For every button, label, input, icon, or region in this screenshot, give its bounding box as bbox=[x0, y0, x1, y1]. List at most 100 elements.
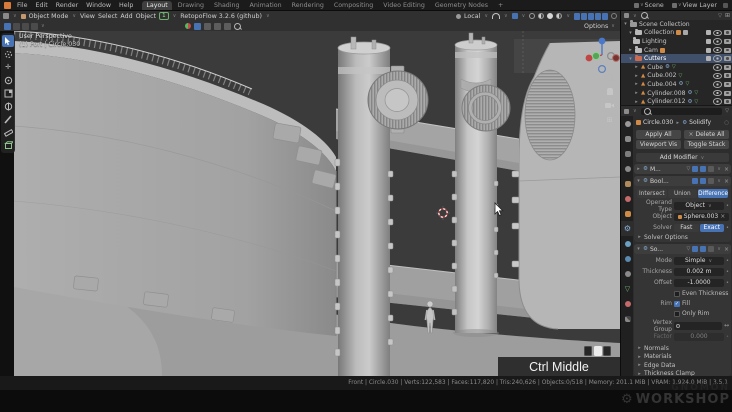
operand-type-dropdown[interactable]: Object ∨ bbox=[674, 201, 725, 210]
expand-icon[interactable]: ▸ bbox=[628, 47, 633, 53]
extra-toggle[interactable] bbox=[708, 166, 715, 172]
thickness-field[interactable]: 0.002 m bbox=[674, 267, 725, 276]
tab-video-editing[interactable]: Video Editing bbox=[379, 1, 429, 10]
operation-union[interactable]: Union bbox=[667, 189, 698, 198]
camera-view-icon[interactable] bbox=[604, 100, 615, 111]
display-mode-icon[interactable] bbox=[624, 13, 629, 18]
expand-icon[interactable]: ▸ bbox=[636, 166, 641, 172]
hide-eye-icon[interactable] bbox=[713, 98, 722, 105]
render-visibility-icon[interactable] bbox=[724, 90, 731, 96]
tab-drawing[interactable]: Drawing bbox=[174, 1, 208, 10]
shading-wireframe-icon[interactable] bbox=[529, 13, 536, 19]
menu-view[interactable]: View bbox=[80, 13, 95, 20]
blender-logo-icon[interactable] bbox=[4, 1, 11, 9]
panel-materials[interactable]: ▸ Materials bbox=[637, 353, 728, 361]
tab-animation[interactable]: Animation bbox=[246, 1, 286, 10]
new-view-layer-icon[interactable] bbox=[723, 2, 728, 8]
expand-icon[interactable]: ▸ bbox=[634, 81, 639, 87]
exclude-checkbox[interactable] bbox=[706, 47, 711, 53]
expand-icon[interactable]: ▾ bbox=[636, 246, 641, 252]
properties-search-input[interactable] bbox=[640, 107, 723, 115]
outliner-row-cube-004[interactable]: ▸ ▲ Cube.004 ⚙ ▽ bbox=[621, 80, 732, 89]
realtime-toggle[interactable] bbox=[692, 166, 699, 172]
apply-all-button[interactable]: Apply All bbox=[636, 130, 681, 139]
header-icon[interactable] bbox=[224, 22, 231, 30]
animate-dot-icon[interactable]: • bbox=[726, 258, 729, 264]
shading-rendered-icon[interactable] bbox=[556, 13, 563, 19]
solver-options-panel[interactable]: ▸ Solver Options bbox=[637, 233, 728, 241]
modifier-solidify-header[interactable]: ▾ ⚙ So... ▽ ∨ × bbox=[634, 244, 731, 254]
outliner-row-cube-002[interactable]: ▸ ▲ Cube.002 ▽ bbox=[621, 72, 732, 81]
factor-field[interactable]: 0.000 bbox=[674, 332, 725, 341]
tab-geometry-nodes[interactable]: Geometry Nodes bbox=[431, 1, 492, 10]
retopoflow-dropdown[interactable]: RetopoFlow 3.2.6 (github) bbox=[180, 13, 262, 20]
modifier-name[interactable]: M... bbox=[650, 166, 661, 173]
material-ball-icon[interactable] bbox=[185, 23, 191, 29]
extra-toggle[interactable] bbox=[708, 246, 715, 252]
hide-eye-icon[interactable] bbox=[713, 89, 722, 97]
hide-eye-icon[interactable] bbox=[713, 38, 722, 45]
render-visibility-icon[interactable] bbox=[724, 81, 731, 87]
expand-icon[interactable]: ▾ bbox=[636, 178, 641, 184]
operation-difference[interactable]: Difference bbox=[698, 189, 729, 198]
tool-option-icon[interactable] bbox=[22, 22, 29, 30]
shading-solid-icon[interactable] bbox=[538, 13, 545, 19]
panel-normals[interactable]: ▸ Normals bbox=[637, 344, 728, 352]
active-collection-badge[interactable]: 1 bbox=[159, 12, 169, 20]
delete-all-button[interactable]: × Delete All bbox=[684, 130, 729, 139]
render-toggle[interactable] bbox=[700, 166, 707, 172]
expand-icon[interactable]: ▸ bbox=[634, 73, 639, 79]
header-icon[interactable] bbox=[214, 22, 221, 30]
modifier-name[interactable]: So... bbox=[650, 246, 663, 253]
tool-cursor[interactable] bbox=[2, 48, 14, 60]
realtime-toggle[interactable] bbox=[692, 178, 699, 184]
render-visibility-icon[interactable] bbox=[724, 64, 731, 70]
invert-icon[interactable]: ↔ bbox=[724, 322, 729, 329]
menu-render[interactable]: Render bbox=[52, 2, 82, 9]
tab-rendering[interactable]: Rendering bbox=[288, 1, 328, 10]
animate-dot-icon[interactable]: • bbox=[726, 269, 729, 275]
chevron-down-icon[interactable]: ∨ bbox=[678, 2, 682, 8]
outliner-row-cylinder-008[interactable]: ▸ ▲ Cylinder.008 ⚙ ▽ bbox=[621, 89, 732, 98]
tab-layout[interactable]: Layout bbox=[142, 0, 172, 10]
offset-field[interactable]: -1.0000 bbox=[674, 278, 725, 287]
render-visibility-icon[interactable] bbox=[724, 99, 731, 105]
even-thickness-checkbox[interactable] bbox=[674, 290, 680, 297]
rim-fill-checkbox[interactable]: ✓ bbox=[674, 300, 680, 307]
tool-option-icon[interactable] bbox=[31, 22, 38, 30]
outliner-row-cylinder-012[interactable]: ▸ ▲ Cylinder.012 ⚙ ▽ bbox=[621, 97, 732, 105]
menu-file[interactable]: File bbox=[13, 2, 32, 9]
hide-eye-icon[interactable] bbox=[713, 46, 722, 54]
chevron-down-icon[interactable]: ∨ bbox=[640, 2, 644, 8]
search-icon[interactable] bbox=[640, 12, 648, 19]
close-icon[interactable]: × bbox=[724, 166, 729, 173]
hide-eye-icon[interactable] bbox=[713, 55, 722, 62]
hide-eye-icon[interactable] bbox=[713, 72, 722, 80]
expand-icon[interactable]: ▾ bbox=[623, 21, 628, 27]
view-layer-selector[interactable]: View Layer bbox=[682, 2, 717, 9]
active-addon-icon[interactable] bbox=[194, 22, 201, 30]
new-collection-icon[interactable]: ⊞ bbox=[725, 12, 730, 19]
menu-object[interactable]: Object bbox=[136, 13, 157, 20]
modifier-boolean-header[interactable]: ▾ ⚙ Bool... ∨ × bbox=[634, 176, 731, 186]
modifier-mirror-header[interactable]: ▸ ⚙ M... ▽ ∨ × bbox=[634, 164, 731, 174]
menu-help[interactable]: Help bbox=[115, 2, 137, 9]
solver-fast[interactable]: Fast bbox=[674, 223, 699, 232]
exclude-checkbox[interactable] bbox=[706, 30, 711, 36]
render-visibility-icon[interactable] bbox=[724, 56, 731, 62]
tool-add-cube[interactable] bbox=[2, 139, 14, 151]
pan-hand-icon[interactable] bbox=[604, 86, 615, 97]
tool-option-icon[interactable] bbox=[13, 22, 20, 30]
add-modifier-dropdown[interactable]: Add Modifier ∨ bbox=[636, 153, 729, 162]
tool-transform[interactable] bbox=[2, 100, 14, 112]
menu-select[interactable]: Select bbox=[98, 13, 117, 20]
boolean-object-field[interactable]: Sphere.003 × bbox=[674, 212, 729, 221]
header-icon[interactable] bbox=[204, 22, 211, 30]
tool-move[interactable]: ✛ bbox=[2, 61, 14, 73]
breadcrumb-modifier[interactable]: Solidify bbox=[689, 119, 711, 126]
animate-dot-icon[interactable]: • bbox=[726, 225, 729, 231]
mode-dropdown[interactable]: Simple ∨ bbox=[674, 256, 725, 265]
render-visibility-icon[interactable] bbox=[724, 73, 731, 79]
menu-edit[interactable]: Edit bbox=[32, 2, 52, 9]
outliner-row-scene-collection[interactable]: ▾ Scene Collection bbox=[621, 20, 732, 29]
